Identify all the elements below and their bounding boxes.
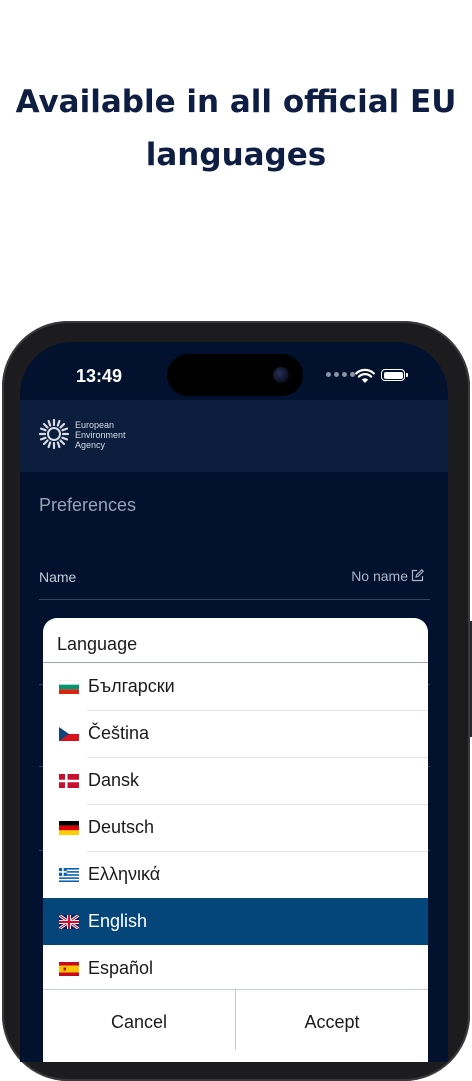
name-label: Name — [39, 569, 77, 585]
eea-logo-text: European Environment Agency — [75, 420, 126, 450]
app-header: European Environment Agency — [20, 400, 448, 472]
phone-screen: 13:49 European Environment Agency Prefer… — [20, 342, 448, 1062]
language-list: Български Čeština Dansk Deutsch Ελληνικά… — [43, 663, 428, 992]
language-label: Español — [88, 958, 154, 978]
status-time: 13:49 — [76, 366, 123, 386]
flag-dk-icon — [59, 773, 79, 788]
battery-icon — [381, 369, 408, 381]
camera-icon — [273, 367, 289, 383]
logo-line: Environment — [75, 430, 126, 440]
language-item-spanish[interactable]: Español — [43, 945, 428, 992]
language-item-greek[interactable]: Ελληνικά — [43, 851, 428, 898]
language-item-danish[interactable]: Dansk — [43, 757, 428, 804]
headline: Available in all official EU languages — [0, 76, 472, 182]
edit-icon[interactable] — [411, 569, 424, 582]
flag-bg-icon — [59, 679, 79, 694]
cancel-button[interactable]: Cancel — [43, 1012, 235, 1033]
flag-gr-icon — [59, 867, 79, 882]
logo-line: European — [75, 420, 115, 430]
name-preference-row[interactable]: Name No name — [39, 557, 430, 600]
flag-gb-icon — [59, 914, 79, 929]
language-label: Български — [88, 676, 175, 696]
language-label: Ελληνικά — [88, 864, 161, 884]
dialog-title: Language — [57, 634, 138, 654]
language-item-german[interactable]: Deutsch — [43, 804, 428, 851]
accept-button[interactable]: Accept — [236, 1012, 428, 1033]
dialog-actions: Cancel Accept — [43, 989, 428, 1050]
language-label: Dansk — [88, 770, 140, 790]
language-label: English — [88, 911, 148, 931]
language-label: Deutsch — [88, 817, 155, 837]
flag-cz-icon — [59, 726, 79, 741]
name-value: No name — [351, 568, 408, 584]
wifi-icon — [355, 368, 375, 383]
flag-de-icon — [59, 820, 79, 835]
signal-dots-icon — [326, 372, 355, 377]
dynamic-island — [167, 354, 303, 396]
language-item-english[interactable]: English — [43, 898, 428, 945]
language-dialog: Language Български Čeština Dansk Deutsch… — [43, 618, 428, 1062]
logo-line: Agency — [75, 440, 106, 450]
preferences-title: Preferences — [39, 495, 137, 515]
headline-line-2: languages — [145, 137, 327, 173]
language-item-czech[interactable]: Čeština — [43, 710, 428, 757]
flag-es-icon — [59, 961, 79, 976]
headline-line-1: Available in all official EU — [15, 84, 457, 120]
language-label: Čeština — [88, 723, 150, 743]
eea-sun-logo-icon — [38, 418, 70, 450]
language-item-bulgarian[interactable]: Български — [43, 663, 428, 710]
